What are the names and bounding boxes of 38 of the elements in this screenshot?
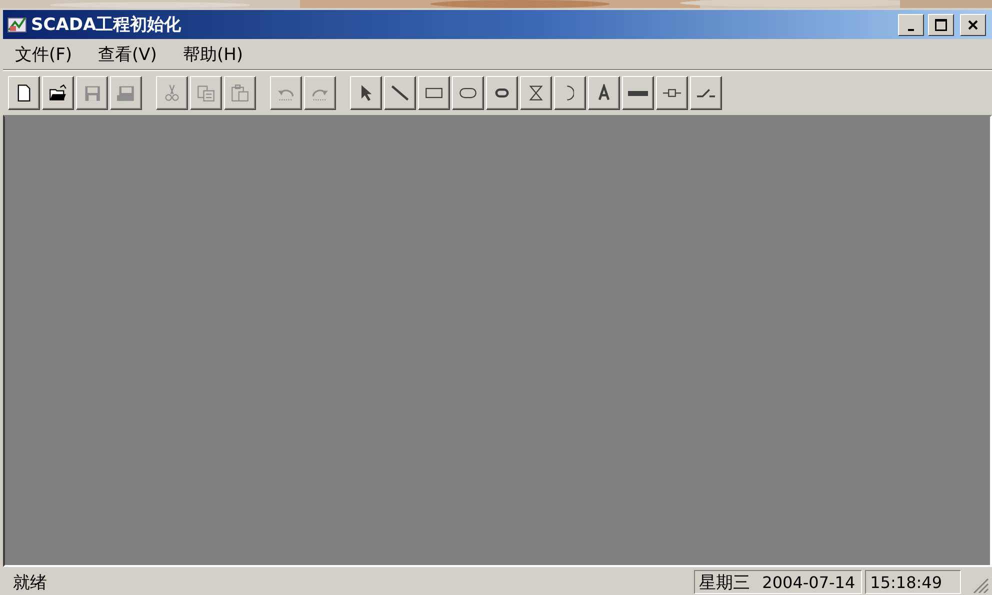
window-title: SCADA工程初始化 (31, 14, 182, 36)
close-icon (968, 20, 978, 30)
letter-a-tool-button[interactable] (588, 76, 620, 110)
maximize-button[interactable] (928, 14, 954, 36)
thick-line-tool-button[interactable] (622, 76, 654, 110)
arc-icon (566, 85, 574, 101)
menu-item[interactable]: 帮助(H) (180, 40, 246, 68)
close-button[interactable] (960, 14, 986, 36)
rectangle-tool-button[interactable] (418, 76, 450, 110)
weekday-text: 星期三 (699, 572, 750, 594)
switch-tool-button[interactable] (690, 76, 722, 110)
floppy-icon (83, 84, 101, 102)
cursor-arrow-tool-button[interactable] (350, 76, 382, 110)
time-text: 15:18:49 (870, 572, 942, 592)
hourglass-tool-button[interactable] (520, 76, 552, 110)
fuse-tool-button[interactable] (656, 76, 688, 110)
line-icon (391, 84, 409, 102)
date-text: 2004-07-14 (762, 572, 856, 592)
minimize-icon (908, 28, 914, 30)
status-message: 就绪 (12, 572, 48, 594)
minimize-button[interactable] (898, 14, 924, 36)
arc-tool-button[interactable] (554, 76, 586, 110)
scissors-icon (163, 84, 181, 102)
line-tool-button[interactable] (384, 76, 416, 110)
folder-tool-button[interactable] (42, 76, 74, 110)
menu-item[interactable]: 查看(V) (96, 40, 159, 68)
floppy-icon (117, 84, 135, 102)
copy-icon (197, 84, 215, 102)
hourglass-icon (527, 84, 545, 102)
document-icon (15, 84, 33, 102)
folder-icon (49, 84, 67, 102)
app-icon (7, 16, 27, 34)
rounded-rectangle-tool-button[interactable] (452, 76, 484, 110)
capsule-tool-button[interactable] (486, 76, 518, 110)
document-tool-button[interactable] (8, 76, 40, 110)
clipboard-icon (231, 84, 249, 102)
maximize-icon (935, 18, 947, 30)
menu-item[interactable]: 文件(F) (13, 40, 74, 68)
